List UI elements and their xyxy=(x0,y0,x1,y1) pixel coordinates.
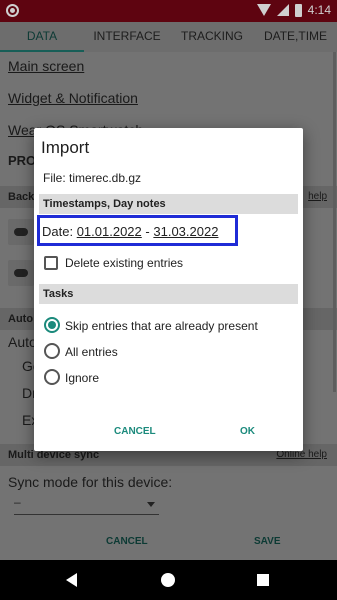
date-separator: - xyxy=(145,224,150,239)
section-tasks: Tasks xyxy=(39,284,298,304)
backup-help-link[interactable]: help xyxy=(308,186,327,208)
date-from-link[interactable]: 01.01.2022 xyxy=(77,224,142,239)
scrollbar[interactable] xyxy=(333,52,336,392)
signal-icon xyxy=(276,4,289,16)
dialog-ok-button[interactable]: OK xyxy=(240,426,255,437)
bg-cancel-button[interactable]: CANCEL xyxy=(106,536,148,547)
status-time: 4:14 xyxy=(307,3,331,17)
cloud-upload-icon[interactable] xyxy=(8,219,34,245)
recents-icon[interactable] xyxy=(257,574,269,586)
radio-ignore-label[interactable]: Ignore xyxy=(65,371,99,385)
sync-mode-label: Sync mode for this device: xyxy=(8,474,173,490)
auto-label: Auto xyxy=(8,334,37,350)
tab-date-time[interactable]: DATE,TIME xyxy=(254,22,337,52)
cloud-download-icon[interactable] xyxy=(8,260,34,286)
date-to-link[interactable]: 31.03.2022 xyxy=(153,224,218,239)
notification-icon xyxy=(6,4,19,17)
link-main-screen[interactable]: Main screen xyxy=(8,58,84,74)
radio-skip-entries[interactable] xyxy=(44,317,60,333)
status-bar: 4:14 xyxy=(0,0,337,22)
sync-mode-dropdown[interactable]: – xyxy=(14,495,159,515)
nav-bar xyxy=(0,560,337,600)
delete-existing-checkbox[interactable] xyxy=(44,256,58,270)
dialog-cancel-button[interactable]: CANCEL xyxy=(114,426,156,437)
bg-save-button[interactable]: SAVE xyxy=(254,536,281,547)
tab-tracking[interactable]: TRACKING xyxy=(170,22,254,52)
tab-bar: DATA INTERFACE TRACKING DATE,TIME xyxy=(0,22,337,52)
date-label: Date: xyxy=(42,224,74,239)
dialog-title: Import xyxy=(41,138,90,157)
bg-action-bar: CANCEL SAVE xyxy=(0,530,337,554)
pro-heading: PRO xyxy=(8,153,37,168)
radio-ignore[interactable] xyxy=(44,369,60,385)
back-icon[interactable] xyxy=(66,573,77,587)
wifi-icon xyxy=(256,4,271,16)
delete-existing-label[interactable]: Delete existing entries xyxy=(65,256,183,270)
home-icon[interactable] xyxy=(161,573,175,587)
radio-skip-entries-label[interactable]: Skip entries that are already present xyxy=(65,319,258,333)
tab-data[interactable]: DATA xyxy=(0,22,84,52)
date-range: Date: 01.01.2022 - 31.03.2022 xyxy=(42,224,218,239)
tab-interface[interactable]: INTERFACE xyxy=(84,22,170,52)
radio-all-entries[interactable] xyxy=(44,343,60,359)
file-name: File: timerec.db.gz xyxy=(43,171,142,185)
battery-icon xyxy=(294,3,302,17)
link-widget-notification[interactable]: Widget & Notification xyxy=(8,90,138,106)
import-dialog: Import File: timerec.db.gz Timestamps, D… xyxy=(34,128,303,451)
section-timestamps: Timestamps, Day notes xyxy=(39,194,298,214)
radio-all-entries-label[interactable]: All entries xyxy=(65,345,118,359)
